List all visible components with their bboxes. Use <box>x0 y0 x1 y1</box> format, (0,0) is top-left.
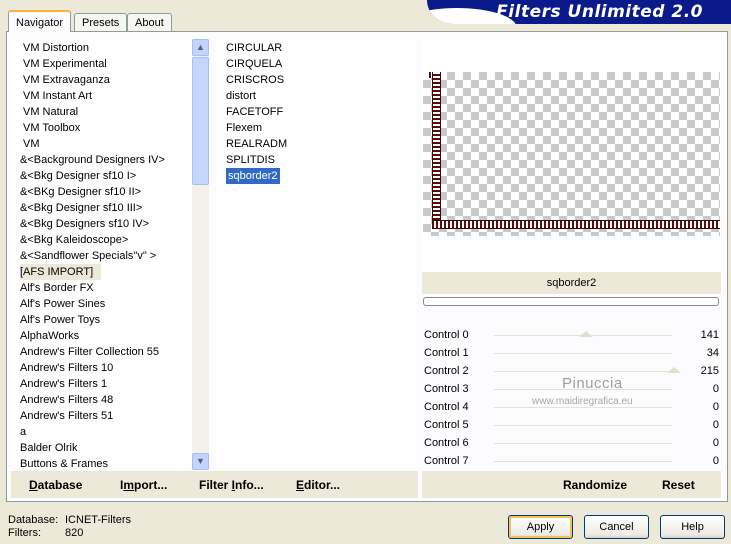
control-label: Control 1 <box>424 347 469 359</box>
help-button[interactable]: Help <box>660 515 725 539</box>
category-item[interactable]: Alf's Border FX <box>20 280 94 296</box>
filter-item[interactable]: distort <box>226 88 256 104</box>
preview-image <box>423 72 720 236</box>
control-label: Control 4 <box>424 401 469 413</box>
database-button[interactable]: Database <box>29 478 82 492</box>
filter-item[interactable]: sqborder2 <box>226 168 280 184</box>
banner-title: Filters Unlimited 2.0 <box>496 2 703 22</box>
category-item[interactable]: VM Distortion <box>23 40 89 56</box>
control-label: Control 5 <box>424 419 469 431</box>
category-item[interactable]: Andrew's Filters 1 <box>20 376 107 392</box>
control-label: Control 7 <box>424 455 469 467</box>
control-label: Control 6 <box>424 437 469 449</box>
database-value: ICNET-Filters <box>65 514 131 526</box>
category-item[interactable]: &<Background Designers IV> <box>20 152 165 168</box>
editor-button[interactable]: Editor... <box>296 478 340 492</box>
filter-item[interactable]: REALRADM <box>226 136 287 152</box>
category-item[interactable]: VM Experimental <box>23 56 107 72</box>
filter-item[interactable]: Flexem <box>226 120 262 136</box>
category-item[interactable]: VM Toolbox <box>23 120 80 136</box>
cancel-button[interactable]: Cancel <box>584 515 649 539</box>
filter-item[interactable]: FACETOFF <box>226 104 283 120</box>
tab-presets[interactable]: Presets <box>74 13 128 31</box>
control-slider[interactable] <box>494 425 672 426</box>
category-item[interactable]: a <box>20 424 26 440</box>
title-banner: Filters Unlimited 2.0 <box>427 0 731 24</box>
filter-item[interactable]: CRISCROS <box>226 72 284 88</box>
category-item[interactable]: VM Extravaganza <box>23 72 110 88</box>
control-row[interactable]: Control 7 0 <box>422 453 721 471</box>
control-label: Control 3 <box>424 383 469 395</box>
database-label: Database: <box>8 514 59 526</box>
randomize-button[interactable]: Randomize <box>563 478 627 492</box>
category-item[interactable]: Andrew's Filters 51 <box>20 408 113 424</box>
filter-info-button[interactable]: Filter Info... <box>199 478 264 492</box>
category-item[interactable]: &<Sandflower Specials"v" > <box>20 248 156 264</box>
category-item[interactable]: &<Bkg Kaleidoscope> <box>20 232 128 248</box>
category-item[interactable]: &<Bkg Designers sf10 IV> <box>20 216 149 232</box>
control-value: 0 <box>712 419 719 431</box>
progress-bar <box>423 297 719 306</box>
filters-label: Filters: <box>8 527 41 539</box>
control-row[interactable]: Control 5 0 <box>422 417 721 435</box>
category-item[interactable]: &<Bkg Designer sf10 I> <box>20 168 136 184</box>
category-item[interactable]: Andrew's Filters 48 <box>20 392 113 408</box>
category-item[interactable]: AlphaWorks <box>20 328 79 344</box>
chevron-up-icon[interactable]: ▲ <box>192 39 209 56</box>
filter-title: sqborder2 <box>422 272 721 294</box>
control-slider[interactable] <box>494 353 672 354</box>
control-slider[interactable] <box>494 371 672 372</box>
category-item[interactable]: Alf's Power Sines <box>20 296 105 312</box>
category-item[interactable]: [AFS IMPORT] <box>20 264 102 280</box>
tab-navigator[interactable]: Navigator <box>8 10 72 32</box>
control-value: 141 <box>700 329 719 341</box>
scrollbar-thumb[interactable] <box>192 57 209 185</box>
category-item[interactable]: Andrew's Filter Collection 55 <box>20 344 159 360</box>
category-list[interactable]: VM Distortion VM Experimental VM Extravaga… <box>12 39 192 470</box>
filter-item[interactable]: CIRCULAR <box>226 40 282 56</box>
category-item[interactable]: &<Bkg Designer sf10 III> <box>20 200 142 216</box>
chevron-down-icon[interactable]: ▼ <box>192 453 209 470</box>
filter-item[interactable]: SPLITDIS <box>226 152 275 168</box>
control-row[interactable]: Control 0 141 <box>422 327 721 345</box>
slider-thumb[interactable] <box>579 331 593 337</box>
control-label: Control 0 <box>424 329 469 341</box>
control-row[interactable]: Control 6 0 <box>422 435 721 453</box>
watermark-url: www.maidiregrafica.eu <box>532 396 633 407</box>
tab-about[interactable]: About <box>127 13 172 31</box>
control-value: 215 <box>700 365 719 377</box>
control-value: 0 <box>712 401 719 413</box>
filter-list[interactable]: CIRCULAR CIRQUELA CRISCROS distort FACETOFF F… <box>216 39 416 470</box>
apply-button[interactable]: Apply <box>508 515 573 539</box>
category-item[interactable]: Andrew's Filters 10 <box>20 360 113 376</box>
control-value: 0 <box>712 455 719 467</box>
reset-button[interactable]: Reset <box>662 478 695 492</box>
slider-thumb[interactable] <box>667 367 681 373</box>
category-item[interactable]: &<BKg Designer sf10 II> <box>20 184 141 200</box>
control-value: 0 <box>712 437 719 449</box>
category-item[interactable]: Buttons & Frames <box>20 456 108 470</box>
filter-item[interactable]: CIRQUELA <box>226 56 282 72</box>
category-item[interactable]: Balder Olrik <box>20 440 77 456</box>
category-item[interactable]: VM Instant Art <box>23 88 92 104</box>
control-label: Control 2 <box>424 365 469 377</box>
control-value: 0 <box>712 383 719 395</box>
control-slider[interactable] <box>494 443 672 444</box>
control-slider[interactable] <box>494 461 672 462</box>
filters-count: 820 <box>65 527 84 539</box>
watermark-name: Pinuccia <box>562 375 623 392</box>
category-item[interactable]: VM <box>23 136 40 152</box>
control-row[interactable]: Control 1 34 <box>422 345 721 363</box>
category-item[interactable]: VM Natural <box>23 104 78 120</box>
control-slider[interactable] <box>494 407 672 408</box>
category-item[interactable]: Alf's Power Toys <box>20 312 100 328</box>
import-button[interactable]: Import... <box>120 478 167 492</box>
control-value: 34 <box>706 347 719 359</box>
category-scrollbar[interactable]: ▲ ▼ <box>192 39 209 470</box>
